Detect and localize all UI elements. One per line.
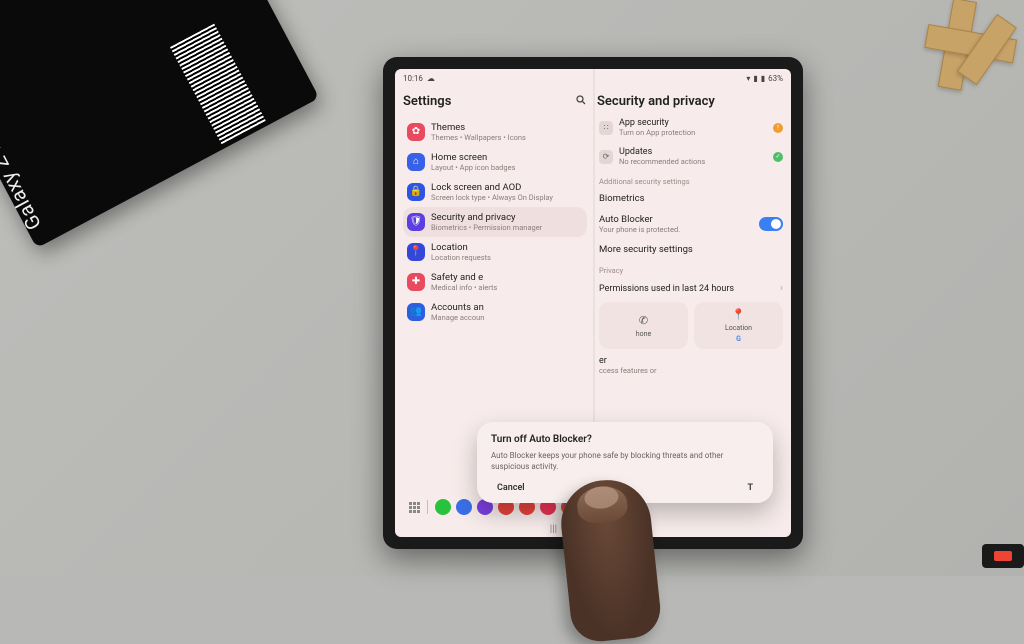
messages-app-icon[interactable] [456,499,472,515]
row-biometrics[interactable]: Biometrics [597,188,785,209]
section-additional: Additional security settings [597,173,785,188]
dialog-title: Turn off Auto Blocker? [491,434,759,445]
app-drawer-icon[interactable] [409,502,420,513]
sidebar-item-lock-screen[interactable]: 🔒 Lock screen and AODScreen lock type • … [403,177,587,207]
location-icon: 📍 [732,308,746,321]
recents-button[interactable]: ||| [550,524,557,535]
themes-icon: ✿ [407,123,425,141]
wifi-icon: ▾ [746,74,750,83]
signal-icon: ▮ [761,74,765,83]
sidebar-item-security[interactable]: 🛡 Security and privacyBiometrics • Permi… [403,207,587,237]
chevron-right-icon: › [780,283,783,294]
warning-icon: ! [773,123,783,133]
row-app-security[interactable]: ∷ App security Turn on App protection ! [597,113,785,142]
phone-app-icon[interactable] [435,499,451,515]
row-permissions-24h[interactable]: Permissions used in last 24 hours › [597,277,785,300]
device-frame: 10:16 ☁ ▾ ▮ ▮ 63% Settings ✿ [383,57,803,549]
page-title: Settings [403,94,451,109]
home-icon: ⌂ [407,153,425,171]
auto-blocker-toggle[interactable] [759,217,783,231]
accounts-icon: 👥 [407,303,425,321]
location-icon: 📍 [407,243,425,261]
battery-label: 63% [768,74,783,83]
confirm-button[interactable]: T [747,483,753,493]
detail-title: Security and privacy [597,89,785,113]
check-icon: ✓ [773,152,783,162]
signal-icon: ▮ [753,74,757,83]
box-barcode [170,24,266,145]
shield-icon: 🛡 [407,213,425,231]
dialog-body: Auto Blocker keeps your phone safe by bl… [491,451,759,473]
cancel-button[interactable]: Cancel [497,483,525,493]
permission-cards: ✆ hone 📍 Location G [597,300,785,351]
card-location[interactable]: 📍 Location G [694,302,783,349]
status-bar: 10:16 ☁ ▾ ▮ ▮ 63% [395,69,791,87]
google-icon: G [736,335,741,343]
updates-icon: ⟳ [599,150,613,164]
card-phone[interactable]: ✆ hone [599,302,688,349]
status-time: 10:16 [403,74,423,83]
row-auto-blocker[interactable]: Auto Blocker Your phone is protected. [597,209,785,239]
sidebar-item-location[interactable]: 📍 LocationLocation requests [403,237,587,267]
sidebar-item-home-screen[interactable]: ⌂ Home screenLayout • App icon badges [403,147,587,177]
row-more-security[interactable]: More security settings [597,239,785,260]
sidebar-item-accounts[interactable]: 👥 Accounts anManage accoun [403,297,587,327]
device-screen: 10:16 ☁ ▾ ▮ ▮ 63% Settings ✿ [395,69,791,537]
lock-icon: 🔒 [407,183,425,201]
settings-list: ✿ ThemesThemes • Wallpapers • Icons ⌂ Ho… [403,117,587,327]
search-icon[interactable] [575,94,587,109]
row-permission-manager[interactable]: er ccess features or [597,351,785,380]
section-privacy: Privacy [597,262,785,277]
sidebar-item-safety[interactable]: ✚ Safety and eMedical info • alerts [403,267,587,297]
emergency-icon: ✚ [407,273,425,291]
phone-icon: ✆ [639,314,648,327]
apps-icon: ∷ [599,121,613,135]
row-updates[interactable]: ⟳ Updates No recommended actions ✓ [597,142,785,171]
sidebar-item-themes[interactable]: ✿ ThemesThemes • Wallpapers • Icons [403,117,587,147]
corner-tag [982,544,1024,568]
